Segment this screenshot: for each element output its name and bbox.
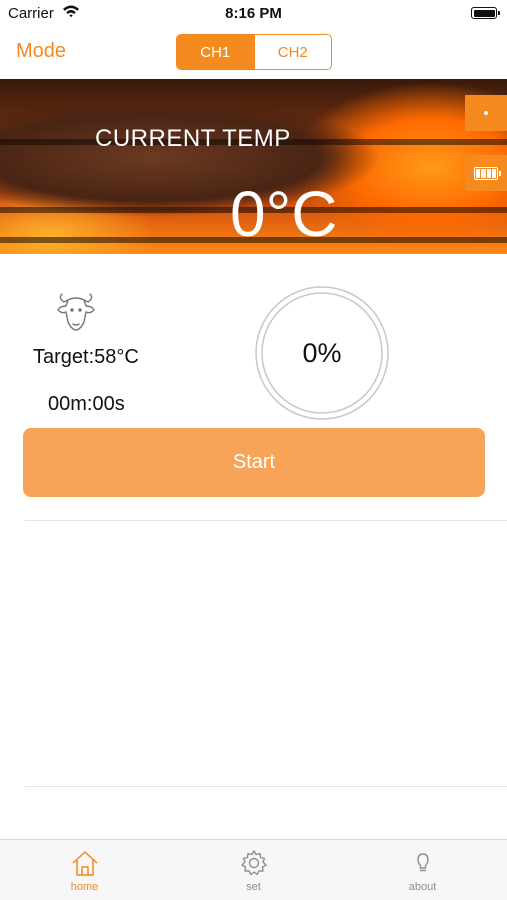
tab-set[interactable]: set <box>169 840 338 900</box>
tab-bar: home set about <box>0 839 507 900</box>
channel-selector: CH1 CH2 <box>176 34 332 70</box>
beef-icon[interactable] <box>52 288 100 336</box>
tab-about[interactable]: about <box>338 840 507 900</box>
battery-icon <box>471 7 500 19</box>
status-bar: Carrier 8:16 PM <box>0 0 507 28</box>
cook-timer: 00m:00s <box>48 393 125 415</box>
divider <box>25 520 507 521</box>
tab-set-label: set <box>246 881 261 893</box>
gear-icon <box>240 850 267 876</box>
current-temp-label: CURRENT TEMP <box>95 125 291 152</box>
channel-tab-ch2[interactable]: CH2 <box>253 35 332 69</box>
battery-status-button[interactable] <box>465 155 507 191</box>
current-temp-value: 0°C <box>230 178 338 250</box>
tab-about-label: about <box>408 881 437 893</box>
home-icon <box>71 851 98 876</box>
target-temperature: Target:58°C <box>33 346 139 368</box>
clock: 8:16 PM <box>225 5 282 22</box>
channel-tab-ch1[interactable]: CH1 <box>177 35 254 69</box>
grill-hero-image: CURRENT TEMP 0°C <box>0 79 507 254</box>
mode-button[interactable]: Mode <box>16 40 66 63</box>
progress-percent: 0% <box>302 337 342 368</box>
probe-indicator-button[interactable] <box>465 95 507 131</box>
battery-icon <box>474 166 501 180</box>
tab-home-label: home <box>70 881 99 893</box>
nav-bar: Mode CH1 CH2 <box>0 28 507 78</box>
dot-icon <box>484 111 488 115</box>
divider <box>25 786 507 787</box>
tab-home[interactable]: home <box>0 840 169 900</box>
lightbulb-icon <box>416 853 429 872</box>
start-button[interactable]: Start <box>23 428 485 497</box>
